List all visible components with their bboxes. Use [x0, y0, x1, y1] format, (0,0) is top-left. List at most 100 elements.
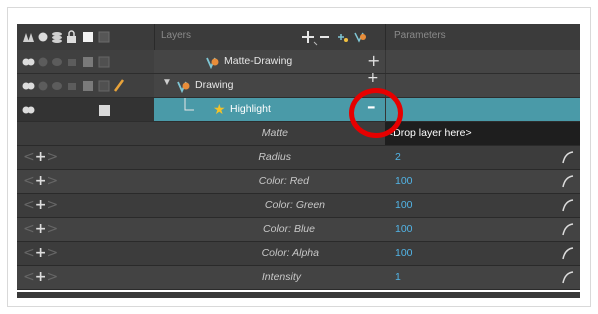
- lock-icon: [67, 30, 76, 43]
- add-keyframe-icon[interactable]: +: [35, 149, 47, 165]
- add-keyframe-icon[interactable]: +: [35, 245, 47, 261]
- stack-toggle-icon: [52, 58, 62, 66]
- hierarchy-connector: [184, 98, 194, 111]
- function-curve-icon[interactable]: [562, 246, 574, 260]
- function-curve-icon[interactable]: [562, 270, 574, 284]
- function-curve-icon[interactable]: [562, 222, 574, 236]
- param-mid: Color: Alpha: [154, 242, 385, 265]
- animate-toggle-icon: [22, 58, 35, 66]
- param-value-cell[interactable]: 1: [385, 266, 580, 289]
- param-left: [17, 122, 154, 145]
- param-label: Intensity: [261, 271, 301, 283]
- param-value: 100: [395, 247, 413, 259]
- param-row-matte: Matte <Drop layer here>: [17, 122, 580, 146]
- layer-toggles: [17, 50, 154, 73]
- param-left: <+>: [17, 242, 154, 265]
- param-label: Matte: [261, 127, 288, 139]
- param-mid: Color: Blue: [154, 218, 385, 241]
- layer-name: Drawing: [195, 79, 234, 91]
- matte-drop-target[interactable]: <Drop layer here>: [385, 122, 580, 145]
- param-mid: Matte: [154, 122, 385, 145]
- layer-param-cell: [385, 50, 580, 73]
- animate-icon: [23, 33, 34, 42]
- add-drawing-layer-button[interactable]: [354, 32, 366, 43]
- add-keyframe-icon[interactable]: +: [35, 173, 47, 189]
- param-row-radius: <+> Radius 2: [17, 146, 580, 170]
- drawing-layer-icon: [206, 57, 219, 69]
- drawing-layer-icon: [177, 81, 190, 93]
- keyframe-nav[interactable]: <+>: [23, 197, 58, 213]
- layer-name: Matte-Drawing: [224, 55, 293, 67]
- param-label: Radius: [258, 151, 291, 163]
- layer-name-cell[interactable]: ▼ Drawing +: [154, 70, 385, 97]
- layers-header: Layers: [154, 24, 385, 50]
- toggle-icons: [23, 30, 110, 43]
- param-left: <+>: [17, 146, 154, 169]
- thumbnail: [98, 80, 110, 92]
- visibility-toggle-icon: [38, 81, 48, 91]
- param-value-cell[interactable]: 100: [385, 218, 580, 241]
- param-mid: Color: Red: [154, 170, 385, 193]
- thumbnail: [98, 56, 110, 68]
- layer-row-drawing[interactable]: ▼ Drawing +: [17, 70, 580, 98]
- layer-toggles: [17, 74, 154, 97]
- param-value: 100: [395, 199, 413, 211]
- function-curve-icon[interactable]: [562, 198, 574, 212]
- param-left: <+>: [17, 218, 154, 241]
- keyframe-nav[interactable]: <+>: [23, 173, 58, 189]
- highlight-circle-annotation: [349, 88, 403, 138]
- param-value: 1: [395, 271, 401, 283]
- function-curve-icon[interactable]: [562, 174, 574, 188]
- star-icon: ★: [213, 101, 226, 117]
- param-value: 100: [395, 175, 413, 187]
- layer-row-matte-drawing[interactable]: Matte-Drawing +: [17, 50, 580, 74]
- param-value: 2: [395, 151, 401, 163]
- param-value: <Drop layer here>: [387, 127, 472, 139]
- param-value-cell[interactable]: 2: [385, 146, 580, 169]
- layer-param-cell: [385, 74, 580, 97]
- layer-toggle-icons: [22, 56, 110, 68]
- stack-toggle-icon: [52, 82, 62, 90]
- function-curve-icon[interactable]: [562, 150, 574, 164]
- param-label: Color: Red: [258, 175, 309, 187]
- param-left: <+>: [17, 170, 154, 193]
- layer-toggles-header: [17, 24, 154, 50]
- keyframe-nav[interactable]: <+>: [23, 269, 58, 285]
- stack-icon: [52, 32, 62, 43]
- visibility-toggle-icon: [38, 57, 48, 67]
- expand-collapse-icon[interactable]: ▼: [162, 77, 172, 88]
- add-to-matte-button[interactable]: +: [367, 51, 380, 70]
- layer-header-tools: [302, 31, 366, 46]
- param-value-cell[interactable]: 100: [385, 170, 580, 193]
- pencil-icon: [113, 79, 125, 92]
- thumbnail-icon: [98, 31, 110, 43]
- add-keyframe-icon[interactable]: +: [35, 269, 47, 285]
- param-label: Color: Alpha: [261, 247, 319, 259]
- color-swatch: [83, 57, 93, 67]
- add-to-matte-button[interactable]: +: [367, 70, 379, 86]
- layer-row-highlight[interactable]: ★ Highlight –: [17, 97, 580, 122]
- keyframe-nav[interactable]: <+>: [23, 221, 58, 237]
- layer-name-cell[interactable]: Matte-Drawing +: [154, 50, 385, 73]
- param-mid: Intensity: [154, 266, 385, 289]
- keyframe-nav[interactable]: <+>: [23, 149, 58, 165]
- layer-toggle-icons: [22, 79, 125, 92]
- add-keyframe-icon[interactable]: +: [35, 197, 47, 213]
- animate-toggle-icon: [22, 106, 35, 114]
- param-mid: Color: Green: [154, 194, 385, 217]
- add-keyframe-icon[interactable]: +: [35, 221, 47, 237]
- param-value-cell[interactable]: 100: [385, 242, 580, 265]
- timeline-header: Layers Parameters: [17, 24, 580, 50]
- param-left: <+>: [17, 194, 154, 217]
- add-peg-button[interactable]: [338, 34, 348, 42]
- color-swatch: [83, 81, 93, 91]
- param-label: Color: Blue: [263, 223, 315, 235]
- param-left: <+>: [17, 266, 154, 289]
- bottom-scroll-area: [17, 292, 580, 298]
- param-mid: Radius: [154, 146, 385, 169]
- keyframe-nav[interactable]: <+>: [23, 245, 58, 261]
- param-value-cell[interactable]: 100: [385, 194, 580, 217]
- layer-param-cell: [385, 98, 580, 121]
- add-layer-button[interactable]: [302, 31, 318, 46]
- param-row-color-red: <+> Color: Red 100: [17, 170, 580, 194]
